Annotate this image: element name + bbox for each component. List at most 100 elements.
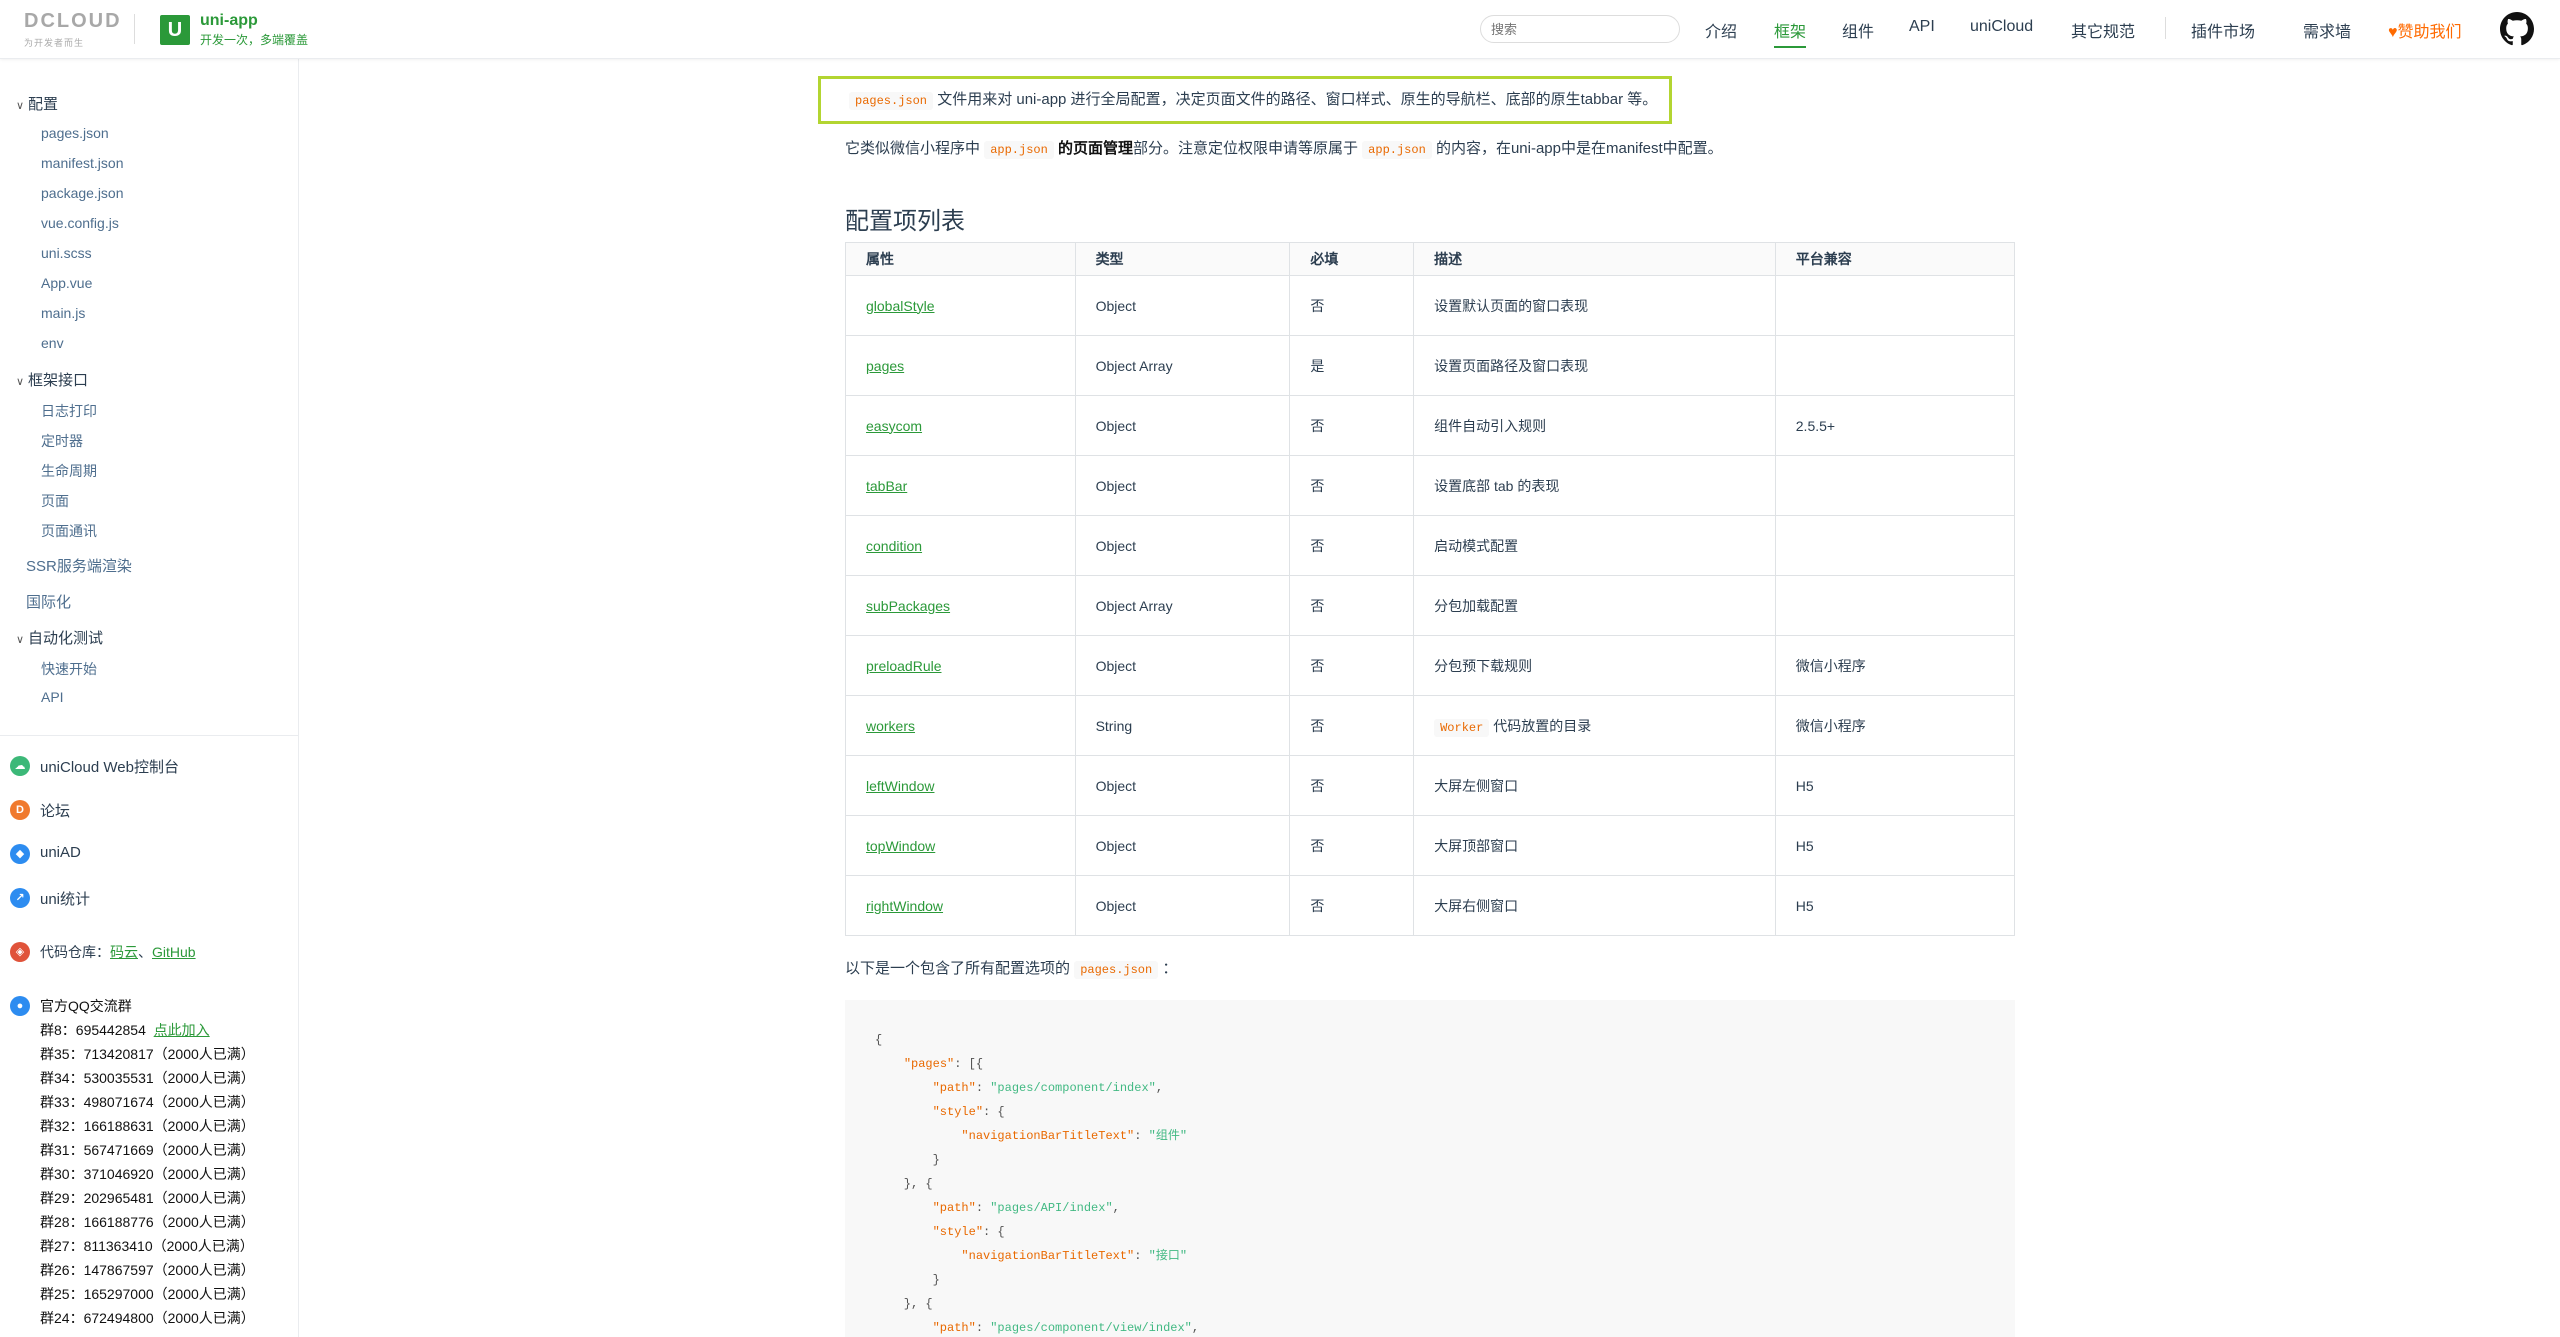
property-link[interactable]: condition xyxy=(866,538,922,554)
sidebar-group-framework[interactable]: ∨ 框架接口 xyxy=(16,369,88,390)
qq-group-item: 群27：811363410（2000人已满） xyxy=(40,1238,254,1254)
sidebar-link-forum[interactable]: 论坛 xyxy=(40,800,70,821)
code-line: "path": "pages/API/index", xyxy=(932,1201,1120,1215)
sidebar-item-uni-scss[interactable]: uni.scss xyxy=(41,245,92,261)
sidebar-item-pages-json[interactable]: pages.json xyxy=(41,125,109,141)
top-navbar: DCLOUD 为开发者而生 U uni-app 开发一次，多端覆盖 介绍 框架 … xyxy=(0,0,2560,59)
nav-link-api[interactable]: API xyxy=(1909,18,1935,36)
sidebar-link-uni-stats[interactable]: uni统计 xyxy=(40,888,90,909)
nav-link-sponsor[interactable]: ♥赞助我们 xyxy=(2388,18,2462,42)
search-input[interactable] xyxy=(1480,15,1680,43)
table-cell: 否 xyxy=(1289,515,1415,576)
nav-link-intro[interactable]: 介绍 xyxy=(1705,18,1737,42)
sidebar-item-lifecycle[interactable]: 生命周期 xyxy=(41,461,97,481)
repo-separator: 、 xyxy=(138,944,152,960)
property-link[interactable]: leftWindow xyxy=(866,778,934,794)
table-cell: 否 xyxy=(1289,695,1415,756)
table-cell: H5 xyxy=(1774,875,2016,936)
sidebar-group-autotest[interactable]: ∨ 自动化测试 xyxy=(16,627,103,648)
table-cell: 否 xyxy=(1289,755,1415,816)
table-cell: 大屏顶部窗口 xyxy=(1413,815,1776,876)
sidebar-item-vue-config-js[interactable]: vue.config.js xyxy=(41,215,119,231)
table-cell: Object xyxy=(1074,815,1291,876)
qq-group-item: 群31：567471669（2000人已满） xyxy=(40,1142,255,1158)
property-link[interactable]: globalStyle xyxy=(866,298,935,314)
table-header: 类型 xyxy=(1074,242,1291,276)
table-cell: 启动模式配置 xyxy=(1413,515,1776,576)
chevron-down-icon: ∨ xyxy=(16,634,25,646)
repo-link-gitee[interactable]: 码云 xyxy=(110,944,138,960)
sidebar-item-logging[interactable]: 日志打印 xyxy=(41,401,97,421)
table-cell: 分包加载配置 xyxy=(1413,575,1776,636)
nav-link-other-specs[interactable]: 其它规范 xyxy=(2071,18,2135,42)
code-line: "pages": [{ xyxy=(903,1057,984,1071)
sidebar: ∨ 配置 pages.json manifest.json package.jso… xyxy=(0,59,299,1337)
repo-link-github[interactable]: GitHub xyxy=(152,944,196,960)
table-row: workers String 否 Worker 代码放置的目录 微信小程序 xyxy=(845,695,2016,756)
property-link[interactable]: rightWindow xyxy=(866,898,943,914)
property-link[interactable]: tabBar xyxy=(866,478,907,494)
uni-app-logo-icon[interactable]: U xyxy=(160,15,190,45)
cell-text: 代码放置的目录 xyxy=(1489,717,1592,734)
qq-group-first: 群8：695442854 点此加入 xyxy=(40,1020,210,1040)
dcloud-logo-tagline: 为开发者而生 xyxy=(24,38,85,48)
dcloud-logo[interactable]: DCLOUD 为开发者而生 xyxy=(24,10,120,50)
unicloud-icon: ☁ xyxy=(10,756,30,776)
table-cell: 微信小程序 xyxy=(1774,635,2016,696)
property-link[interactable]: subPackages xyxy=(866,598,950,614)
sidebar-item-autotest-api[interactable]: API xyxy=(41,689,64,705)
table-cell: 分包预下载规则 xyxy=(1413,635,1776,696)
nav-link-unicloud[interactable]: uniCloud xyxy=(1970,18,2033,36)
sidebar-link-unicloud-console[interactable]: uniCloud Web控制台 xyxy=(40,756,179,777)
code-line: "style": { xyxy=(932,1105,1005,1119)
sidebar-group-label: 配置 xyxy=(28,96,59,113)
sidebar-item-env[interactable]: env xyxy=(41,335,64,351)
uni-app-name[interactable]: uni-app xyxy=(200,12,258,30)
qq-group-first-label: 群8：695442854 xyxy=(40,1022,146,1038)
table-row: pages Object Array 是设置页面路径及窗口表现 xyxy=(845,335,2016,396)
sidebar-item-page-communication[interactable]: 页面通讯 xyxy=(41,521,97,541)
p2-text-a: 它类似微信小程序中 xyxy=(845,140,981,157)
table-cell: 否 xyxy=(1289,275,1415,336)
property-link[interactable]: topWindow xyxy=(866,838,935,854)
table-cell: rightWindow xyxy=(845,875,1076,936)
table-row: preloadRule Object 否分包预下载规则 微信小程序 xyxy=(845,635,2016,696)
code-line: { xyxy=(875,1033,883,1047)
forum-icon: D xyxy=(10,800,30,820)
nav-link-framework[interactable]: 框架 xyxy=(1774,18,1807,48)
sidebar-item-quickstart[interactable]: 快速开始 xyxy=(41,659,97,679)
code-line: "style": { xyxy=(932,1225,1005,1239)
property-link[interactable]: preloadRule xyxy=(866,658,942,674)
property-link[interactable]: workers xyxy=(866,718,915,734)
table-cell: 2.5.5+ xyxy=(1774,395,2016,456)
sidebar-link-uniad[interactable]: uniAD xyxy=(40,844,81,861)
code-line: "path": "pages/component/view/index", xyxy=(932,1321,1200,1335)
nav-link-components[interactable]: 组件 xyxy=(1842,18,1874,42)
nav-link-plugin-market[interactable]: 插件市场 xyxy=(2191,18,2255,42)
qq-group-item: 群35：713420817（2000人已满） xyxy=(40,1046,255,1062)
table-cell: 设置默认页面的窗口表现 xyxy=(1413,275,1776,336)
sidebar-item-i18n[interactable]: 国际化 xyxy=(26,591,71,612)
code-line: "navigationBarTitleText": "组件" xyxy=(961,1129,1188,1143)
github-icon[interactable] xyxy=(2500,12,2534,46)
table-cell: 否 xyxy=(1289,815,1415,876)
qq-join-link[interactable]: 点此加入 xyxy=(154,1022,210,1038)
nav-link-requests[interactable]: 需求墙 xyxy=(2303,18,2351,42)
table-header: 平台兼容 xyxy=(1774,242,2016,276)
sidebar-item-manifest-json[interactable]: manifest.json xyxy=(41,155,123,171)
table-cell: 大屏右侧窗口 xyxy=(1413,875,1776,936)
sidebar-item-main-js[interactable]: main.js xyxy=(41,305,85,321)
table-cell: globalStyle xyxy=(845,275,1076,336)
sidebar-item-app-vue[interactable]: App.vue xyxy=(41,275,92,291)
uniad-icon: ◆ xyxy=(10,844,30,864)
sidebar-item-timer[interactable]: 定时器 xyxy=(41,431,83,451)
table-cell: 设置底部 tab 的表现 xyxy=(1413,455,1776,516)
property-link[interactable]: easycom xyxy=(866,418,922,434)
sidebar-item-package-json[interactable]: package.json xyxy=(41,185,124,201)
sidebar-item-ssr[interactable]: SSR服务端渲染 xyxy=(26,555,132,576)
table-row: subPackages Object Array 否分包加载配置 xyxy=(845,575,2016,636)
sidebar-group-config[interactable]: ∨ 配置 xyxy=(16,93,58,114)
table-cell: 组件自动引入规则 xyxy=(1413,395,1776,456)
property-link[interactable]: pages xyxy=(866,358,904,374)
sidebar-item-page[interactable]: 页面 xyxy=(41,491,69,511)
